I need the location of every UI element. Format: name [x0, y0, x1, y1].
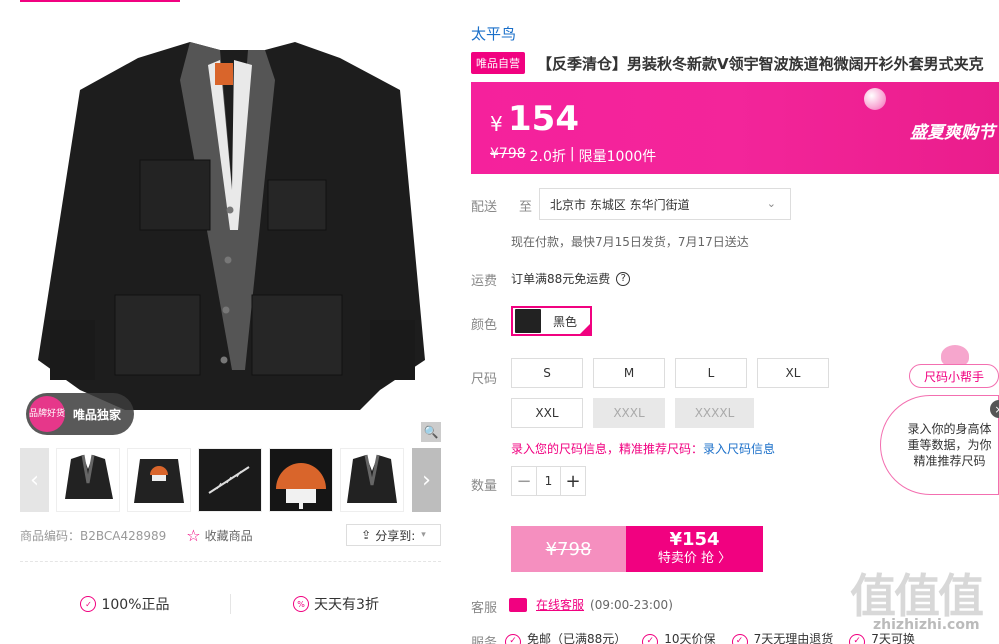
sku-code: 商品编码：B2BCA428989 [20, 528, 167, 543]
thumbnail-detail-crest[interactable] [269, 448, 333, 512]
price-banner: ¥ 154 ¥798 2.0折 | 限量1000件 盛夏爽购节 [471, 82, 999, 174]
brand-goods-seal: 品牌好货 [29, 396, 65, 432]
guarantee-label: 服务 [471, 636, 498, 644]
exclusive-label: 唯品独家 [73, 407, 122, 422]
promise-discount: % 天天有3折 [231, 594, 441, 614]
discount-rate: 2.0折 [529, 149, 566, 165]
delivery-info: 现在付款，最快7月15日发货，7月17日送达 [511, 235, 749, 249]
delivery-to-label: 至 [519, 200, 533, 215]
buy-sale-price: ¥154 [669, 529, 720, 550]
online-service-link[interactable]: 在线客服 [536, 596, 584, 613]
size-option-s[interactable]: S [511, 358, 583, 388]
guarantee-item: 10天价保 [642, 630, 715, 644]
buy-sale-block[interactable]: ¥154 特卖价 抢 〉 [626, 526, 763, 572]
buy-original-price: ¥798 [511, 526, 626, 572]
service-label: 客服 [471, 601, 498, 616]
guarantee-item: 7天无理由退货 [732, 630, 834, 644]
quantity-stepper: − 1 + [511, 466, 586, 496]
thumbnail-next-arrow[interactable]: › [412, 448, 441, 512]
self-operated-badge: 唯品自营 [471, 52, 525, 74]
size-helper-tag[interactable]: 尺码小帮手 [909, 364, 999, 388]
sale-price: 154 [508, 99, 579, 139]
size-helper-bubble[interactable]: 录入你的身高体重等数据，为你精准推荐尺码 [880, 395, 999, 495]
price-currency: ¥ [490, 112, 503, 136]
exclusive-badge: 品牌好货 唯品独家 [26, 393, 134, 435]
customer-service: 在线客服 (09:00-23:00) [509, 596, 673, 613]
buy-button[interactable]: ¥798 ¥154 特卖价 抢 〉 [511, 526, 763, 572]
guarantee-item: 免邮（已满88元） [505, 630, 626, 644]
quantity-increase-button[interactable]: + [561, 471, 585, 492]
divider [20, 561, 441, 562]
thumbnail-prev-arrow[interactable]: ‹ [20, 448, 49, 512]
quantity-decrease-button[interactable]: − [512, 471, 536, 492]
thumbnail-back[interactable] [127, 448, 191, 512]
quantity-input[interactable]: 1 [536, 467, 561, 495]
color-label: 颜色 [471, 318, 498, 333]
caret-down-icon: ▾ [421, 530, 426, 540]
size-option-xxxxl: XXXXL [675, 398, 754, 428]
product-title-row: 唯品自营 【反季清仓】男装秋冬新款V领宇智波族道袍微阔开衫外套男式夹克 [471, 51, 999, 75]
size-option-xl[interactable]: XL [757, 358, 829, 388]
share-label: 分享到: [375, 528, 416, 543]
thumbnail-strip: ‹ › [20, 448, 441, 512]
share-dropdown[interactable]: ⇪ 分享到: ▾ [346, 524, 441, 546]
service-hours: (09:00-23:00) [590, 597, 673, 612]
size-option-m[interactable]: M [593, 358, 665, 388]
help-icon[interactable]: ? [616, 271, 631, 286]
freight-label: 运费 [471, 274, 498, 289]
promise-bar: ✓ 100%正品 % 天天有3折 [20, 590, 441, 618]
zoom-icon[interactable]: 🔍 [421, 422, 441, 442]
thumbnail-front[interactable] [56, 448, 120, 512]
address-value: 北京市 东城区 东华门街道 [550, 197, 690, 212]
size-option-l[interactable]: L [675, 358, 747, 388]
product-meta: 商品编码：B2BCA428989 ☆ 收藏商品 ⇪ 分享到: ▾ [20, 522, 441, 548]
size-label: 尺码 [471, 372, 498, 387]
product-page: 品牌好货 唯品独家 🔍 ‹ › 商品编码：B2BCA428989 ☆ 收藏商品 … [0, 0, 999, 644]
quantity-label: 数量 [471, 479, 498, 494]
color-name: 黑色 [553, 314, 578, 329]
size-info-link[interactable]: 录入尺码信息 [703, 442, 775, 456]
watermark-url: zhizhizhi.com [873, 617, 980, 633]
percent-icon: % [293, 596, 310, 612]
delivery-label: 配送 [471, 200, 498, 215]
guarantee-list: 免邮（已满88元） 10天价保 7天无理由退货 7天可换 [505, 630, 915, 644]
tab-indicator [20, 0, 180, 2]
price-sub: ¥798 2.0折 | 限量1000件 [490, 146, 656, 166]
product-title: 【反季清仓】男装秋冬新款V领宇智波族道袍微阔开衫外套男式夹克 [537, 54, 984, 73]
bubble-decoration [864, 88, 886, 110]
brand-link[interactable]: 太平鸟 [471, 23, 516, 44]
main-product-image[interactable] [20, 20, 441, 441]
size-tip: 录入您的尺码信息，精准推荐尺码：录入尺码信息 [511, 442, 776, 456]
shield-icon: ✓ [80, 596, 97, 612]
color-swatch [515, 309, 541, 333]
festival-label: 盛夏爽购节 [910, 123, 995, 143]
thumbnail-model[interactable] [340, 448, 404, 512]
size-option-xxxl: XXXL [593, 398, 665, 428]
share-icon: ⇪ [361, 528, 372, 542]
selected-check-icon [578, 322, 592, 336]
price-separator: | [569, 146, 575, 162]
chat-icon [509, 597, 527, 612]
freight-info: 订单满88元免运费 ? [511, 270, 631, 287]
stock-limit: 限量1000件 [578, 149, 657, 165]
favorite-button[interactable]: ☆ 收藏商品 [186, 526, 252, 545]
buy-action-label: 特卖价 抢 〉 [657, 551, 732, 566]
address-select[interactable]: 北京市 东城区 东华门街道 ⌄ [539, 188, 791, 220]
promise-genuine: ✓ 100%正品 [20, 594, 230, 614]
thumbnail-detail-embroidery[interactable] [198, 448, 262, 512]
favorite-label: 收藏商品 [204, 528, 253, 543]
size-option-xxl[interactable]: XXL [511, 398, 583, 428]
star-icon: ☆ [186, 525, 201, 545]
chevron-down-icon: ⌄ [766, 197, 776, 210]
original-price: ¥798 [490, 146, 526, 162]
color-option-black[interactable]: 黑色 [511, 306, 592, 336]
